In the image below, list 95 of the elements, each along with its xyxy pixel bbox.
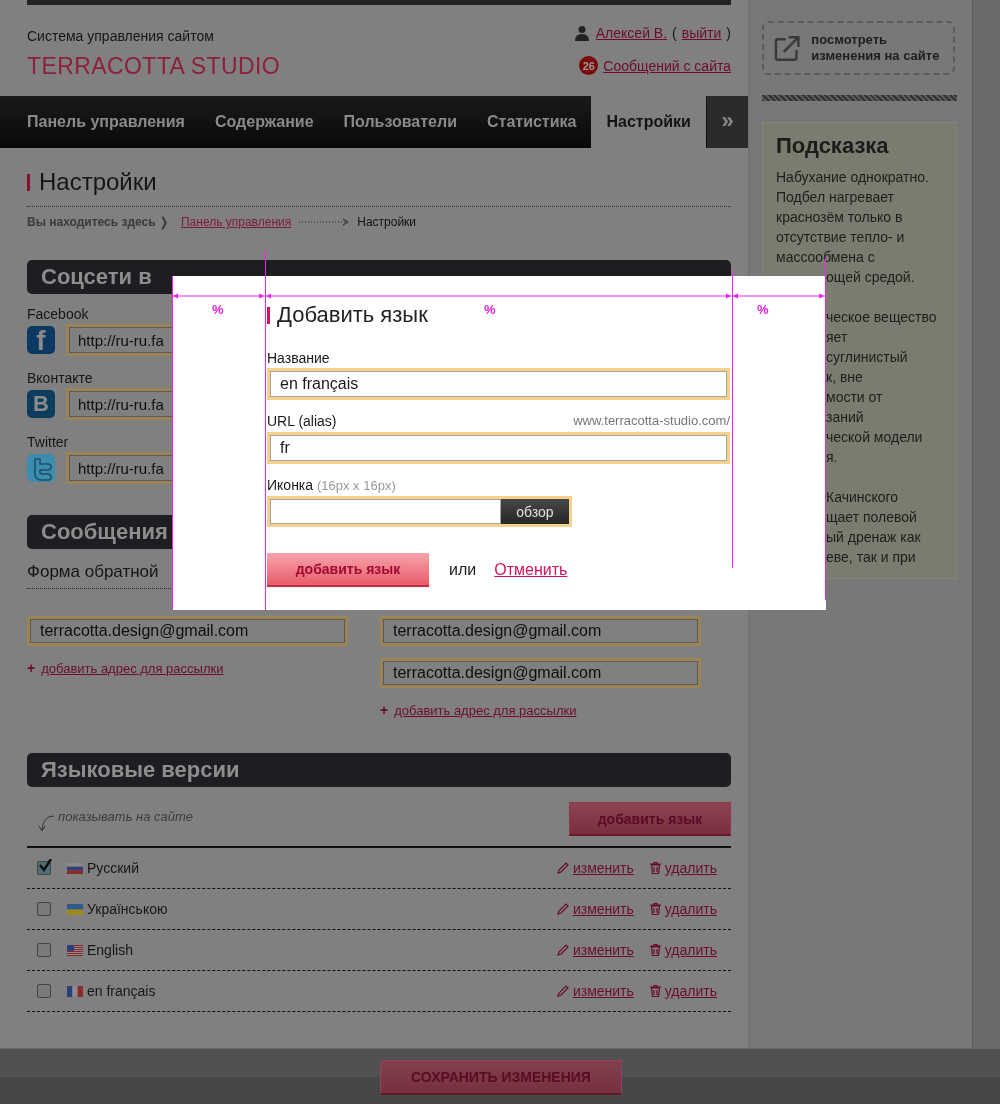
parenthesis: ) bbox=[726, 25, 731, 41]
preview-link[interactable]: посмотреть изменения на сайте bbox=[762, 21, 955, 75]
user-name-link[interactable]: Алексей В. bbox=[595, 25, 668, 41]
dialog-title: Добавить язык bbox=[277, 302, 428, 328]
hint-text: к, вне bbox=[826, 368, 863, 387]
trash-icon bbox=[649, 944, 661, 956]
flag-icon bbox=[67, 944, 83, 956]
field-label: Facebook bbox=[27, 306, 89, 322]
hint-text: ый дренаж как bbox=[826, 528, 921, 547]
browse-button[interactable]: обзор bbox=[501, 499, 569, 524]
or-text: или bbox=[449, 561, 477, 579]
hint-text: ческой модели bbox=[826, 428, 923, 447]
trash-icon bbox=[649, 985, 661, 997]
trash-icon bbox=[649, 903, 661, 915]
breadcrumb-link[interactable]: Панель управления bbox=[181, 215, 292, 229]
hint-title: Подсказка bbox=[776, 133, 890, 159]
nav-tab[interactable]: Пользователи bbox=[328, 96, 472, 148]
field-label: Вконтакте bbox=[27, 370, 93, 386]
page-title: Настройки bbox=[39, 168, 157, 196]
edit-link[interactable]: изменить bbox=[572, 942, 634, 958]
edit-link[interactable]: изменить bbox=[572, 860, 634, 876]
nav-tab[interactable]: Настройки bbox=[591, 96, 706, 148]
hint-text: заний bbox=[826, 408, 864, 427]
checkbox[interactable] bbox=[37, 861, 51, 875]
more-tab[interactable]: » bbox=[707, 96, 748, 148]
edit-link[interactable]: изменить bbox=[572, 983, 634, 999]
nav-tab[interactable]: Статистика bbox=[472, 96, 592, 148]
add-language-button[interactable]: добавить язык bbox=[267, 553, 429, 587]
curved-arrow-icon bbox=[37, 814, 55, 834]
nav-tab[interactable]: Панель управления bbox=[12, 96, 200, 148]
add-address-link[interactable]: добавить адрес для рассылки bbox=[41, 660, 224, 676]
pencil-icon bbox=[556, 862, 569, 874]
trash-icon bbox=[649, 862, 661, 874]
flag-icon bbox=[67, 862, 83, 874]
url-prefix: www.terracotta-studio.com/ bbox=[573, 413, 730, 429]
parenthesis: ( bbox=[672, 25, 677, 41]
system-title: Система управления сайтом bbox=[27, 28, 215, 44]
email-field[interactable]: terracotta.design@gmail.com bbox=[380, 658, 701, 688]
file-field[interactable]: обзор bbox=[267, 496, 572, 527]
hint-text: я. bbox=[826, 448, 838, 467]
field-label: Название bbox=[267, 350, 331, 366]
pencil-icon bbox=[556, 903, 569, 915]
dotted-arrow-icon bbox=[299, 218, 350, 226]
pencil-icon bbox=[556, 944, 569, 956]
email-field[interactable]: terracotta.design@gmail.com bbox=[380, 616, 701, 646]
flag-icon bbox=[67, 903, 83, 915]
hint-text: еве, так и при bbox=[826, 548, 916, 567]
checkbox[interactable] bbox=[37, 943, 51, 957]
hint-text: Качинского bbox=[826, 488, 899, 507]
flag-icon bbox=[67, 985, 83, 997]
hint-text: мости от bbox=[826, 388, 883, 407]
cancel-link[interactable]: Отменить bbox=[494, 561, 568, 579]
edit-link[interactable]: изменить bbox=[572, 901, 634, 917]
messages-link[interactable]: Сообщений с сайта bbox=[603, 57, 731, 74]
facebook-icon: f bbox=[27, 326, 55, 354]
message-count-badge: 26 bbox=[579, 56, 599, 75]
hint-text: щает полевой bbox=[826, 508, 917, 527]
hint-text: ческое вещество bbox=[826, 308, 937, 327]
checkbox[interactable] bbox=[37, 984, 51, 998]
breadcrumb-label: Вы находитесь здесь ❭ bbox=[27, 215, 169, 229]
checkbox[interactable] bbox=[37, 902, 51, 916]
vk-icon: B bbox=[27, 390, 55, 418]
guide-label: % bbox=[212, 302, 224, 317]
email-field[interactable]: terracotta.design@gmail.com bbox=[27, 616, 348, 646]
guide-label: % bbox=[757, 302, 769, 317]
delete-link[interactable]: удалить bbox=[664, 942, 717, 958]
logout-link[interactable]: выйти bbox=[681, 25, 722, 41]
field-label: Иконка (16px x 16px) bbox=[267, 477, 397, 494]
breadcrumb-current: Настройки bbox=[357, 215, 417, 229]
logo: TERRACOTTA STUDIO bbox=[27, 53, 280, 80]
delete-link[interactable]: удалить bbox=[664, 901, 717, 917]
pencil-icon bbox=[556, 985, 569, 997]
hint-text: показывать на сайте bbox=[58, 809, 194, 824]
plus-icon: + bbox=[380, 702, 389, 718]
bird-icon bbox=[27, 454, 55, 482]
guide-label: % bbox=[484, 302, 496, 317]
external-link-icon bbox=[774, 34, 802, 62]
language-name: en français bbox=[87, 983, 156, 999]
hint-text: суглинистый bbox=[826, 348, 908, 367]
language-name: English bbox=[87, 942, 133, 958]
user-icon bbox=[573, 25, 590, 41]
hint-text: яет bbox=[826, 328, 848, 347]
language-name: Русский bbox=[87, 860, 139, 876]
section-header: Языковые версии bbox=[27, 753, 731, 787]
field-label: Twitter bbox=[27, 434, 69, 450]
delete-link[interactable]: удалить bbox=[664, 983, 717, 999]
nav-tab[interactable]: Содержание bbox=[199, 96, 329, 148]
hint-text: ощей средой. bbox=[826, 268, 915, 287]
language-name: Українською bbox=[87, 901, 168, 917]
plus-icon: + bbox=[27, 660, 36, 676]
alias-field[interactable]: fr bbox=[267, 432, 730, 464]
delete-link[interactable]: удалить bbox=[664, 860, 717, 876]
field-label: URL (alias) bbox=[267, 413, 337, 429]
add-address-link[interactable]: добавить адрес для рассылки bbox=[394, 702, 577, 718]
name-field[interactable]: en français bbox=[267, 368, 730, 400]
